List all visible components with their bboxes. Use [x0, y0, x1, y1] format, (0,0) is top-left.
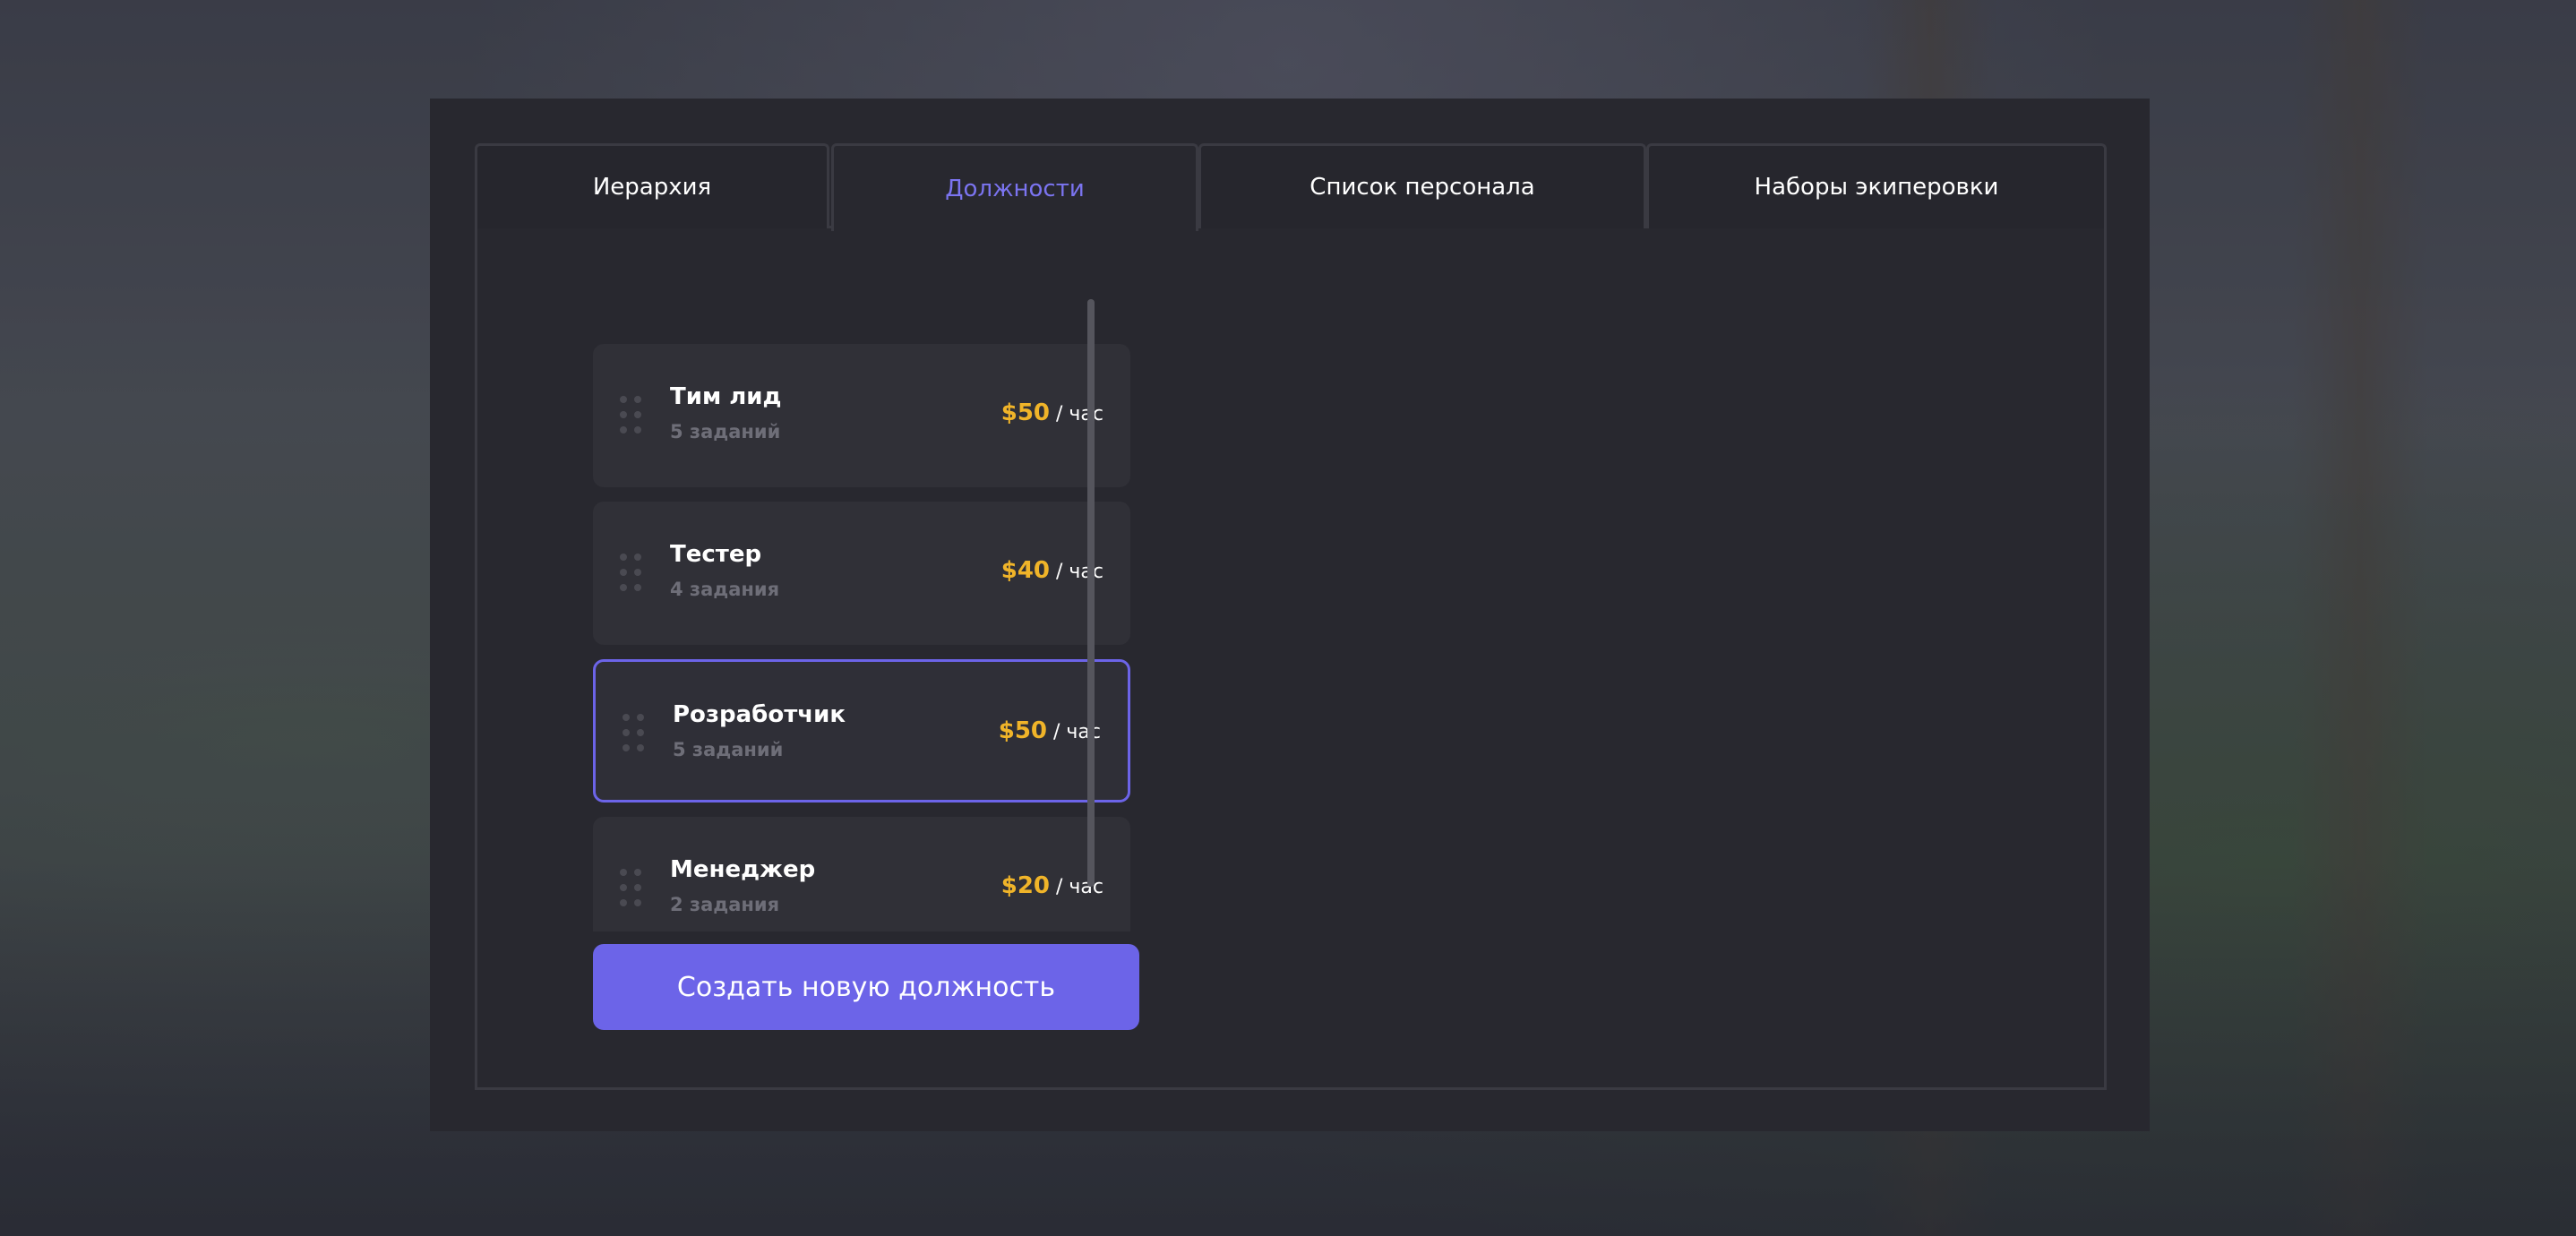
position-name: Тим лид — [670, 383, 782, 410]
position-name: Менеджер — [670, 856, 816, 883]
tab-staff-list[interactable]: Список персонала — [1198, 143, 1646, 228]
grip-dots-icon[interactable] — [620, 396, 643, 435]
rate-amount: $50 — [998, 717, 1048, 744]
position-name: Тестер — [670, 541, 762, 568]
tab-hierarchy[interactable]: Иерархия — [475, 143, 829, 228]
position-card[interactable]: Менеджер 2 задания $20 / час — [593, 817, 1130, 931]
scrollbar-thumb[interactable] — [1087, 299, 1095, 887]
rate-unit: / час — [1056, 403, 1103, 425]
position-task-count: 4 задания — [670, 579, 780, 600]
position-card[interactable]: Тестер 4 задания $40 / час — [593, 502, 1130, 645]
tab-label: Наборы экиперовки — [1754, 174, 1999, 201]
grip-dots-icon[interactable] — [620, 869, 643, 908]
rate-amount: $40 — [1000, 557, 1051, 584]
rate-unit: / час — [1056, 876, 1103, 898]
position-task-count: 5 заданий — [673, 739, 784, 760]
positions-list[interactable]: Тим лид 5 заданий $50 / час Тестер 4 зад… — [593, 344, 1136, 931]
grip-dots-icon[interactable] — [620, 554, 643, 593]
position-name: Розработчик — [673, 701, 846, 728]
panel-frame: Иерархия Должности Список персонала Набо… — [475, 143, 2107, 1090]
position-card[interactable]: Тим лид 5 заданий $50 / час — [593, 344, 1130, 487]
tab-label: Список персонала — [1309, 174, 1535, 201]
grip-dots-icon[interactable] — [623, 714, 646, 753]
positions-scrollbar[interactable] — [1087, 299, 1095, 887]
position-task-count: 2 задания — [670, 894, 780, 915]
position-card-selected[interactable]: Розработчик 5 заданий $50 / час — [593, 659, 1130, 803]
position-task-count: 5 заданий — [670, 421, 781, 442]
tab-positions[interactable]: Должности — [831, 143, 1198, 231]
job-management-panel: Иерархия Должности Список персонала Набо… — [430, 99, 2150, 1131]
tab-equipment-sets[interactable]: Наборы экиперовки — [1646, 143, 2107, 228]
create-position-button[interactable]: Создать новую должность — [593, 944, 1139, 1030]
rate-unit: / час — [1056, 561, 1103, 583]
position-rate: $50 / час — [999, 717, 1101, 744]
tab-label: Должности — [945, 175, 1085, 202]
tab-label: Иерархия — [592, 174, 712, 201]
rate-amount: $20 — [1000, 872, 1051, 899]
rate-amount: $50 — [1000, 399, 1051, 426]
